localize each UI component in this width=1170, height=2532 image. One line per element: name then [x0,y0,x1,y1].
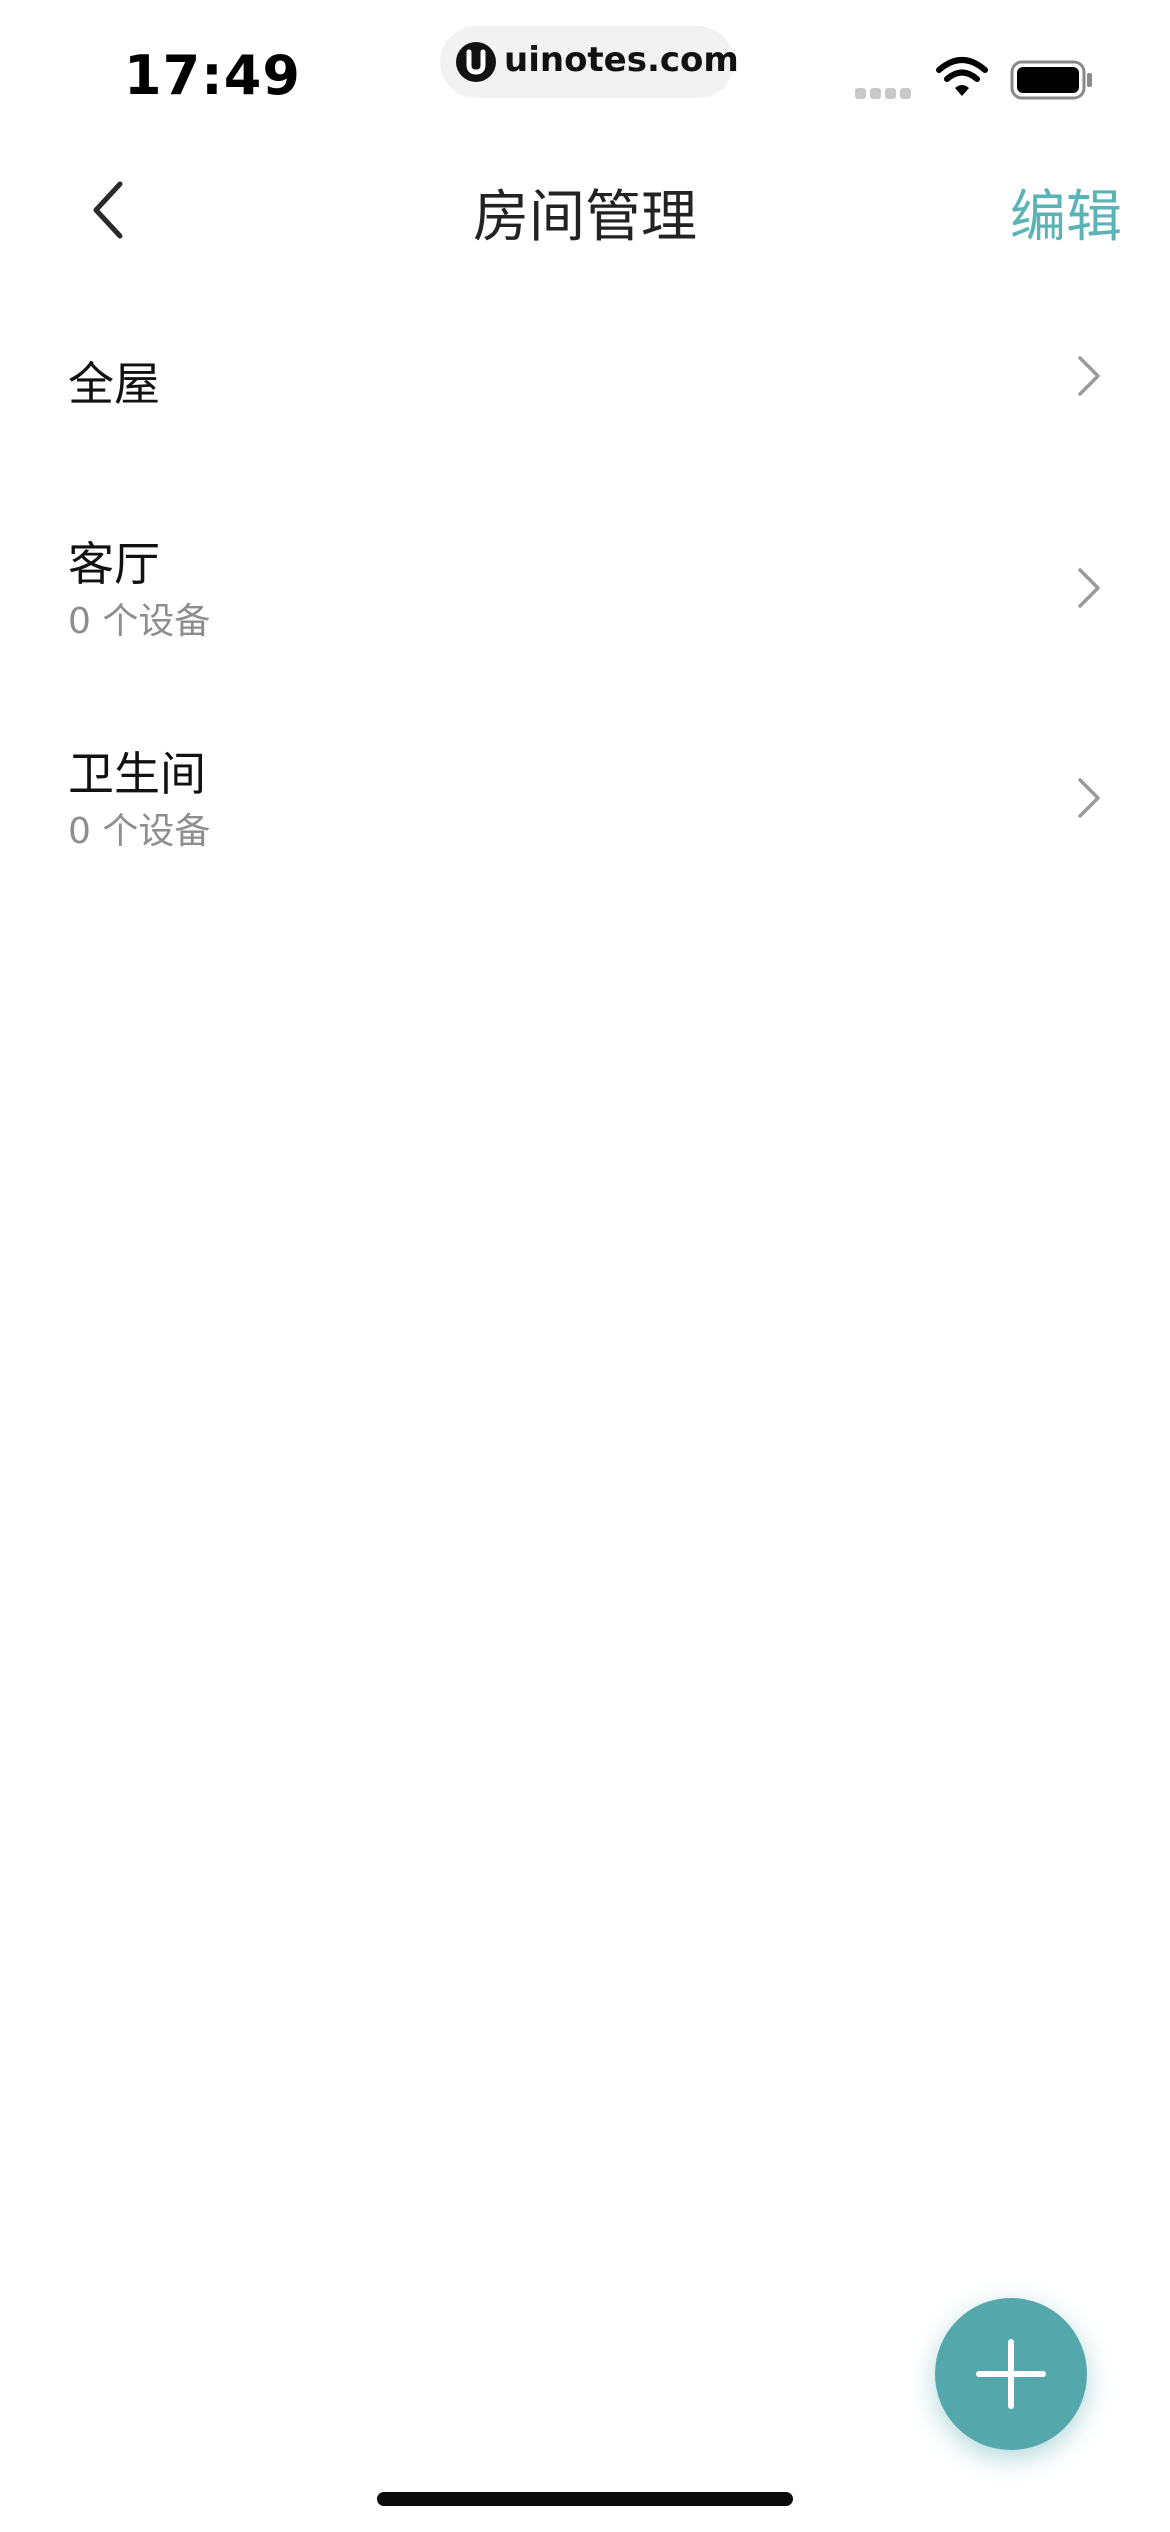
status-time: 17:49 [124,44,301,107]
edit-button[interactable]: 编辑 [1010,172,1122,253]
chevron-right-icon [1078,568,1100,608]
room-name: 全屋 [68,357,160,411]
chevron-right-icon [1078,778,1100,818]
url-pill[interactable]: uinotes.com [440,26,739,98]
nav-bar: 房间管理 编辑 [0,150,1170,280]
room-device-count: 0 个设备 [68,811,211,852]
battery-icon [1010,60,1094,100]
room-name: 卫生间 [68,747,206,801]
room-item-whole-house[interactable]: 全屋 [0,300,1170,500]
signal-icon [855,84,917,99]
plus-icon [976,2339,1046,2409]
room-name: 客厅 [68,537,160,591]
url-text: uinotes.com [504,40,739,80]
room-item-living-room[interactable]: 客厅 0 个设备 [0,510,1170,710]
wifi-icon [936,56,988,98]
page-title: 房间管理 [473,185,697,250]
home-indicator [377,2492,793,2506]
room-item-bathroom[interactable]: 卫生间 0 个设备 [0,720,1170,920]
room-device-count: 0 个设备 [68,601,211,642]
site-logo-icon [456,42,496,82]
chevron-right-icon [1078,356,1100,396]
add-room-button[interactable] [935,2298,1087,2450]
status-bar: 17:49 uinotes.com [0,0,1170,150]
